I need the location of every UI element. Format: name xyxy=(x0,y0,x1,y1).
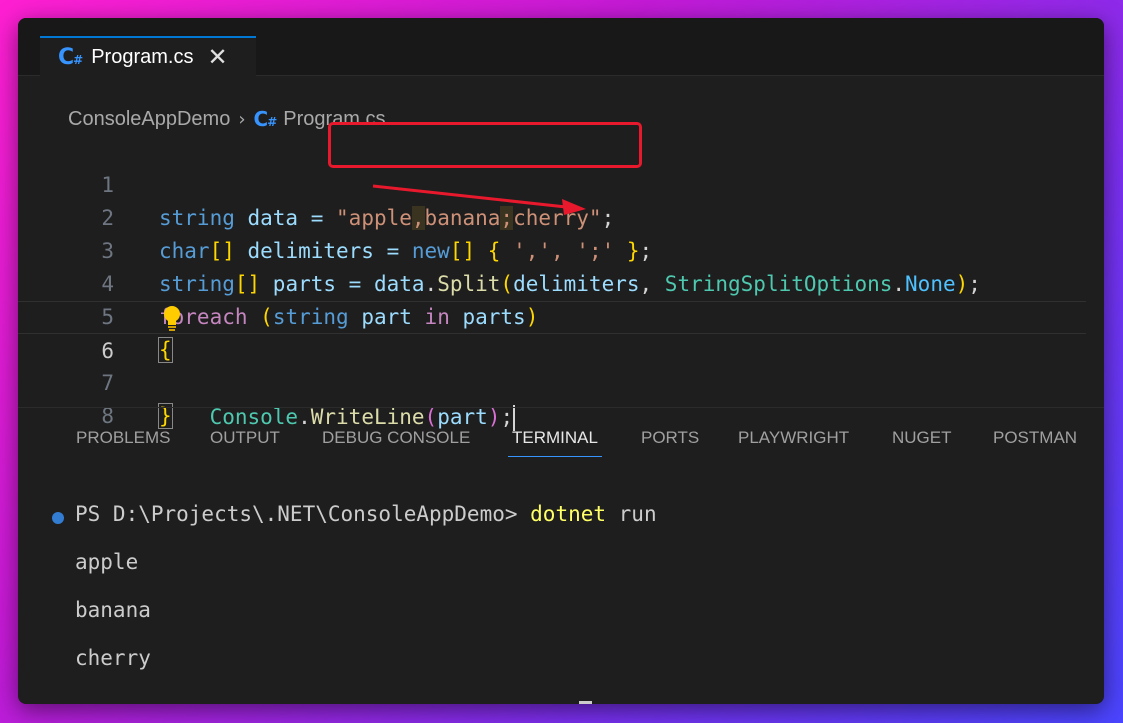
annotation-highlight-box xyxy=(328,122,642,168)
terminal-args: run xyxy=(606,502,657,526)
csharp-file-icon: C # xyxy=(58,44,83,70)
terminal-prompt: PS D:\Projects\.NET\ConsoleAppDemo> xyxy=(75,502,531,526)
tab-bar: C # Program.cs ✕ xyxy=(18,18,1104,76)
command-status-icon xyxy=(52,512,64,524)
terminal[interactable]: PS D:\Projects\.NET\ConsoleAppDemo> dotn… xyxy=(18,468,1104,704)
tab-debug-console[interactable]: DEBUG CONSOLE xyxy=(322,428,470,448)
code-line-4[interactable]: 4 foreach (string part in parts) xyxy=(18,235,1086,329)
chevron-right-icon: › xyxy=(238,108,246,130)
tab-terminal[interactable]: TERMINAL xyxy=(512,428,598,448)
code-editor[interactable]: 1 string data = "apple,banana;cherry"; 2… xyxy=(18,136,1086,431)
terminal-output-line: banana xyxy=(75,598,151,622)
terminal-command: dotnet xyxy=(530,502,607,526)
breadcrumb-project[interactable]: ConsoleAppDemo xyxy=(68,108,230,131)
code-line-6[interactable]: 6 Console.WriteLine(part); xyxy=(18,301,1086,431)
tab-label: Program.cs xyxy=(91,45,194,68)
tab-output[interactable]: OUTPUT xyxy=(210,428,280,448)
terminal-cursor xyxy=(579,701,592,704)
tab-postman[interactable]: POSTMAN xyxy=(993,428,1077,448)
tab-ports[interactable]: PORTS xyxy=(641,428,699,448)
tab-nuget[interactable]: NUGET xyxy=(892,428,952,448)
lightbulb-icon[interactable] xyxy=(161,304,183,332)
terminal-prompt-line: PS D:\Projects\.NET\ConsoleAppDemo> dotn… xyxy=(75,502,657,526)
code-line-2[interactable]: 2 char[] delimiters = new[] { ',', ';' }… xyxy=(18,169,1086,263)
close-icon[interactable]: ✕ xyxy=(207,43,227,71)
active-tab-indicator xyxy=(508,456,602,457)
code-line-5[interactable]: 5 { xyxy=(18,268,1086,363)
tab-problems[interactable]: PROBLEMS xyxy=(76,428,170,448)
tab-program-cs[interactable]: C # Program.cs ✕ xyxy=(40,36,256,76)
csharp-file-icon: C # xyxy=(253,107,278,131)
terminal-output-line: apple xyxy=(75,550,139,574)
tab-playwright[interactable]: PLAYWRIGHT xyxy=(738,428,849,448)
code-line-7[interactable]: 7 } xyxy=(18,334,1086,429)
code-line-8[interactable]: 8 xyxy=(18,367,1086,428)
editor-window: C # Program.cs ✕ ConsoleAppDemo › C # Prog… xyxy=(18,18,1104,704)
code-line-3[interactable]: 3 string[] parts = data.Split(delimiters… xyxy=(18,202,1086,296)
terminal-output-line: cherry xyxy=(75,646,151,670)
panel-tab-bar: PROBLEMS OUTPUT DEBUG CONSOLE TERMINAL P… xyxy=(18,407,1104,457)
